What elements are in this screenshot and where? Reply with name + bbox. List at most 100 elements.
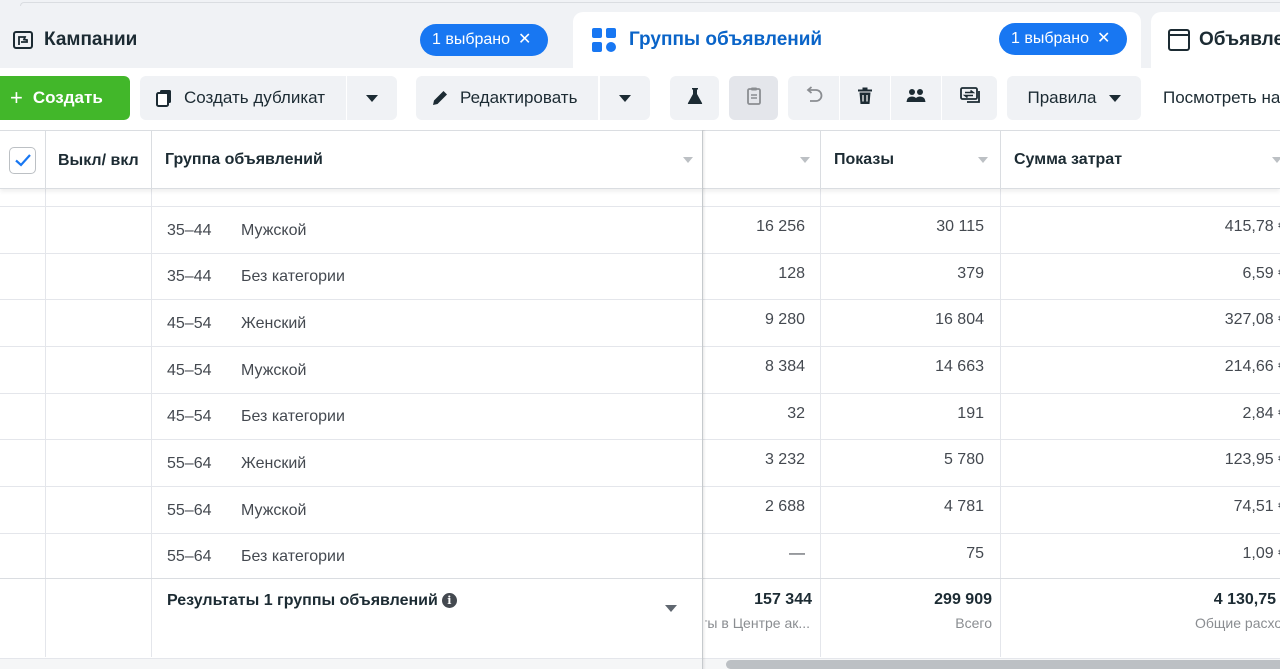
header-reach[interactable] bbox=[705, 131, 820, 189]
delete-button[interactable] bbox=[840, 76, 890, 120]
row-adset-name[interactable]: 55–64 Женский bbox=[151, 440, 703, 488]
table-row[interactable]: 45–54 Мужской 8 384 14 663 214,66 € bbox=[0, 346, 1280, 395]
gender: Без категории bbox=[241, 548, 345, 566]
swap-icon bbox=[959, 86, 981, 111]
tab-adsets[interactable]: Группы объявлений 1 выбрано ✕ bbox=[573, 12, 1141, 68]
clear-selection-close-icon[interactable]: ✕ bbox=[518, 32, 531, 48]
clipboard-button[interactable] bbox=[729, 76, 778, 120]
compare-button[interactable] bbox=[942, 76, 997, 120]
row-toggle-cell[interactable] bbox=[45, 347, 151, 395]
tab-bar-top-edge bbox=[20, 2, 1280, 6]
edit-button[interactable]: Редактировать bbox=[416, 76, 598, 120]
summary-spend: 4 130,75 Общие расход bbox=[1000, 579, 1280, 657]
row-impressions: 30 115 bbox=[820, 207, 984, 254]
plus-icon: + bbox=[10, 85, 23, 110]
duplicate-button-label: Создать дубликат bbox=[184, 88, 326, 107]
duplicate-dropdown-button[interactable] bbox=[347, 76, 397, 120]
table-row[interactable]: 55–64 Без категории — 75 1,09 € bbox=[0, 532, 1280, 581]
row-adset-name[interactable]: 45–54 Женский bbox=[151, 300, 703, 348]
row-reach: 16 256 bbox=[756, 218, 805, 235]
row-adset-name[interactable]: 35–44 Мужской bbox=[151, 207, 703, 254]
row-adset-name[interactable]: 45–54 Мужской bbox=[151, 347, 703, 395]
rules-button[interactable]: Правила bbox=[1007, 76, 1141, 120]
caret-down-icon[interactable] bbox=[665, 605, 677, 612]
table-body: 35–44 Мужской 16 256 30 115 415,78 € 35–44 Без… bbox=[0, 206, 1280, 581]
header-impressions[interactable]: Показы bbox=[820, 131, 1000, 189]
adsets-table: Выкл/ вкл Группа объявлений Показы Сумма… bbox=[0, 130, 1280, 669]
create-button[interactable]: + Создать bbox=[0, 76, 130, 120]
row-impressions: 16 804 bbox=[820, 300, 984, 348]
info-icon[interactable]: i bbox=[441, 593, 457, 608]
table-row[interactable]: 55–64 Женский 3 232 5 780 123,95 € bbox=[0, 439, 1280, 488]
row-adset-name[interactable]: 55–64 Мужской bbox=[151, 487, 703, 535]
header-toggle[interactable]: Выкл/ вкл bbox=[45, 131, 151, 189]
row-toggle-cell[interactable] bbox=[45, 207, 151, 254]
age-range: 55–64 bbox=[167, 501, 212, 519]
age-range: 45–54 bbox=[167, 314, 212, 332]
row-spend-value: 214,66 € bbox=[1224, 358, 1280, 376]
header-adset-name[interactable]: Группа объявлений bbox=[151, 131, 703, 189]
summary-reach: 157 344 ты в Центре ак... bbox=[705, 579, 812, 657]
table-row[interactable]: 35–44 Мужской 16 256 30 115 415,78 € bbox=[0, 206, 1280, 254]
row-toggle-cell[interactable] bbox=[45, 487, 151, 535]
row-toggle-cell[interactable] bbox=[45, 300, 151, 348]
table-row[interactable]: 55–64 Мужской 2 688 4 781 74,51 € bbox=[0, 486, 1280, 535]
clipboard-icon bbox=[744, 86, 764, 111]
trash-icon bbox=[855, 86, 875, 111]
row-select-cell[interactable] bbox=[0, 534, 45, 580]
audience-button[interactable] bbox=[891, 76, 941, 120]
gender: Женский bbox=[241, 454, 307, 472]
header-spend[interactable]: Сумма затрат bbox=[1000, 131, 1280, 189]
people-icon bbox=[905, 86, 927, 111]
row-spend-value: 415,78 € bbox=[1224, 218, 1280, 235]
row-select-cell[interactable] bbox=[0, 440, 45, 486]
row-spend: 327,08 € bbox=[1000, 300, 1280, 348]
clear-selection-close-icon[interactable]: ✕ bbox=[1097, 31, 1110, 47]
row-toggle-cell[interactable] bbox=[45, 440, 151, 488]
sort-arrow-icon[interactable] bbox=[978, 157, 988, 163]
row-adset-name[interactable]: 55–64 Без категории bbox=[151, 533, 703, 581]
row-adset-name[interactable]: 35–44 Без категории bbox=[151, 253, 703, 301]
pencil-icon bbox=[430, 88, 450, 108]
row-toggle-cell[interactable] bbox=[45, 533, 151, 581]
horizontal-scrollbar[interactable] bbox=[0, 658, 1280, 669]
actions-toolbar: + Создать Создать дубликат Редактировать bbox=[0, 68, 1280, 130]
summary-impressions-value: 299 909 bbox=[934, 591, 992, 608]
table-row[interactable]: 35–44 Без категории 128 379 6,59 € bbox=[0, 252, 1280, 301]
duplicate-button[interactable]: Создать дубликат bbox=[140, 76, 346, 120]
row-select-cell[interactable] bbox=[0, 300, 45, 346]
row-reach: 8 384 bbox=[764, 358, 805, 376]
edit-button-label: Редактировать bbox=[460, 88, 578, 107]
row-spend: 2,84 € bbox=[1000, 393, 1280, 441]
tab-ads[interactable]: Объявления bbox=[1151, 12, 1280, 68]
tab-campaigns[interactable]: Кампании 1 выбрано ✕ bbox=[0, 12, 560, 68]
row-select-cell[interactable] bbox=[0, 254, 45, 300]
sort-arrow-icon[interactable] bbox=[683, 157, 693, 163]
summary-label: Результаты 1 группы объявлений bbox=[167, 592, 438, 609]
edit-dropdown-button[interactable] bbox=[600, 76, 650, 120]
ab-test-button[interactable] bbox=[670, 76, 719, 120]
sort-arrow-icon[interactable] bbox=[800, 157, 810, 163]
row-select-cell[interactable] bbox=[0, 347, 45, 393]
horizontal-scrollbar-thumb[interactable] bbox=[726, 660, 1280, 669]
header-impressions-label: Показы bbox=[834, 151, 894, 168]
gender: Мужской bbox=[241, 221, 307, 239]
campaigns-selected-pill[interactable]: 1 выбрано ✕ bbox=[420, 24, 548, 56]
row-select-cell[interactable] bbox=[0, 487, 45, 533]
row-select-cell[interactable] bbox=[0, 207, 45, 253]
age-range: 35–44 bbox=[167, 268, 212, 286]
tab-adsets-label: Группы объявлений bbox=[629, 29, 823, 50]
sort-arrow-icon[interactable] bbox=[1272, 157, 1280, 163]
table-row[interactable]: 45–54 Без категории 32 191 2,84 € bbox=[0, 392, 1280, 441]
row-toggle-cell[interactable] bbox=[45, 253, 151, 301]
select-all-checkbox[interactable] bbox=[9, 146, 36, 174]
view-setup-button[interactable]: Посмотреть на bbox=[1150, 76, 1280, 120]
row-toggle-cell[interactable] bbox=[45, 393, 151, 441]
row-select-cell[interactable] bbox=[0, 394, 45, 440]
adsets-grid-icon bbox=[589, 25, 619, 55]
caret-down-icon bbox=[366, 94, 378, 102]
table-row[interactable]: 45–54 Женский 9 280 16 804 327,08 € bbox=[0, 299, 1280, 348]
undo-button[interactable] bbox=[788, 76, 839, 120]
adsets-selected-pill[interactable]: 1 выбрано ✕ bbox=[999, 23, 1127, 55]
row-adset-name[interactable]: 45–54 Без категории bbox=[151, 393, 703, 441]
